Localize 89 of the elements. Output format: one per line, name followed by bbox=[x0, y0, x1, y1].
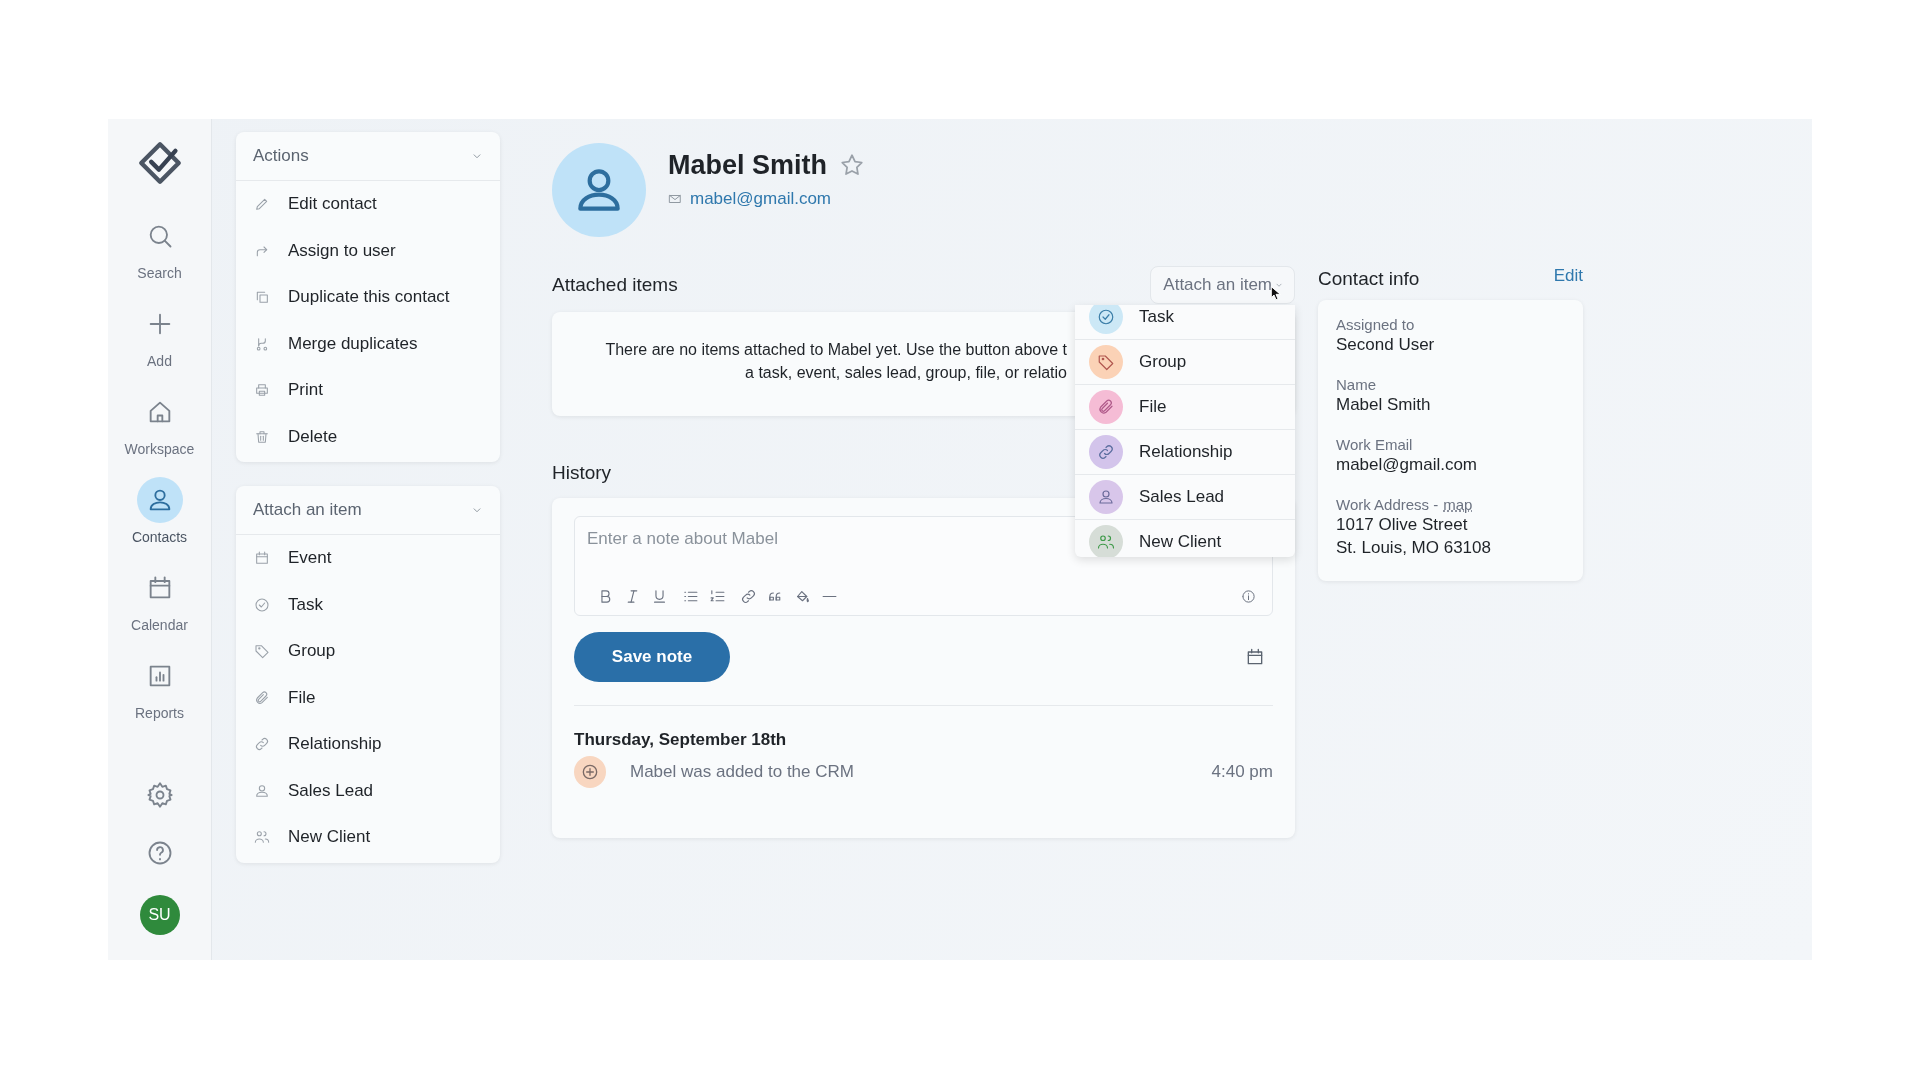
user-avatar[interactable]: SU bbox=[139, 895, 180, 935]
calendar-icon[interactable] bbox=[1245, 647, 1265, 667]
check-circle-icon bbox=[1097, 308, 1115, 326]
menu-item-label: Task bbox=[288, 594, 323, 615]
tag-icon bbox=[1097, 353, 1115, 371]
copy-icon bbox=[254, 289, 270, 306]
field-label: Assigned to bbox=[1336, 316, 1416, 333]
menu-item-label: Delete bbox=[288, 426, 338, 447]
empty-message: There are no items attached to Mabel yet. Use the button above t bbox=[605, 340, 1067, 360]
nav-item[interactable]: Reports bbox=[111, 653, 208, 741]
menu-item-label: Edit contact bbox=[288, 194, 377, 215]
panel-header[interactable]: Actions bbox=[236, 132, 500, 181]
section-title: Contact info bbox=[1318, 268, 1420, 290]
menu-item-label: Sales Lead bbox=[288, 780, 374, 801]
menu-item-label: New Client bbox=[288, 827, 371, 848]
underline-icon[interactable] bbox=[651, 587, 668, 605]
menu-item-label: Relationship bbox=[288, 734, 382, 755]
people-icon bbox=[1097, 533, 1115, 551]
menu-item-label: File bbox=[288, 687, 316, 708]
paperclip-icon bbox=[254, 689, 270, 706]
dropdown-item[interactable]: File bbox=[1075, 385, 1295, 430]
link-icon bbox=[1097, 443, 1115, 461]
nav-item[interactable]: Add bbox=[111, 301, 208, 389]
field-value: St. Louis, MO 63108 bbox=[1336, 537, 1492, 559]
save-note-button[interactable]: Save note bbox=[574, 632, 730, 682]
field-label: Work Address - bbox=[1336, 496, 1439, 513]
edit-link[interactable]: Edit bbox=[1553, 266, 1583, 286]
history-event: Mabel was added to the CRM bbox=[630, 762, 854, 782]
link-icon bbox=[254, 736, 270, 753]
menu-item[interactable]: File bbox=[236, 674, 500, 721]
plus-circle-icon bbox=[580, 762, 600, 782]
field-value: 1017 Olive Street bbox=[1336, 514, 1469, 536]
menu-item-label: Print bbox=[288, 380, 323, 401]
menu-item-label: Merge duplicates bbox=[288, 333, 418, 354]
contact-name: Mabel Smith bbox=[668, 149, 828, 181]
field-value: Mabel Smith bbox=[1336, 394, 1432, 416]
menu-item[interactable]: Assign to user bbox=[236, 227, 500, 274]
paperclip-icon bbox=[1097, 398, 1115, 416]
menu-item-label: Duplicate this contact bbox=[288, 287, 450, 308]
menu-item[interactable]: Sales Lead bbox=[236, 767, 500, 814]
star-icon[interactable] bbox=[839, 152, 866, 178]
menu-item[interactable]: Edit contact bbox=[236, 181, 500, 228]
email-link[interactable]: mabel@gmail.com bbox=[690, 188, 832, 209]
tag-icon bbox=[254, 643, 270, 660]
menu-item[interactable]: Merge duplicates bbox=[236, 320, 500, 367]
menu-item[interactable]: Print bbox=[236, 367, 500, 414]
attach-item-button[interactable]: Attach an item bbox=[1150, 266, 1295, 304]
info-icon[interactable] bbox=[1241, 588, 1256, 604]
people-icon bbox=[254, 829, 270, 846]
map-link[interactable]: map bbox=[1443, 496, 1473, 513]
menu-item[interactable]: Duplicate this contact bbox=[236, 274, 500, 321]
nav-item[interactable]: Workspace bbox=[111, 389, 208, 477]
printer-icon bbox=[254, 382, 270, 399]
section-title: History bbox=[552, 462, 612, 484]
person-icon bbox=[254, 782, 270, 799]
field-value: mabel@gmail.com bbox=[1336, 454, 1479, 476]
menu-item-label: Event bbox=[288, 548, 332, 569]
nav-item[interactable]: Search bbox=[111, 213, 208, 301]
dropdown-item[interactable]: Task bbox=[1075, 305, 1295, 340]
merge-icon bbox=[254, 335, 270, 352]
trash-icon bbox=[254, 428, 270, 445]
field-label: Name bbox=[1336, 376, 1377, 393]
menu-item-label: Assign to user bbox=[288, 240, 396, 261]
check-circle-icon bbox=[254, 596, 270, 613]
field-value: Second User bbox=[1336, 334, 1436, 356]
nav-item[interactable]: Calendar bbox=[111, 565, 208, 653]
menu-item[interactable]: Event bbox=[236, 535, 500, 582]
menu-item[interactable]: Relationship bbox=[236, 721, 500, 768]
field-label: Work Email bbox=[1336, 436, 1414, 453]
empty-message: a task, event, sales lead, group, file, or relatio bbox=[745, 363, 1067, 383]
panel-header[interactable]: Attach an item bbox=[236, 486, 500, 535]
calendar-icon bbox=[254, 550, 270, 567]
link-icon[interactable] bbox=[740, 587, 757, 605]
logo-icon bbox=[137, 141, 182, 185]
person-icon bbox=[1097, 488, 1115, 506]
event-time: 4:40 pm bbox=[1211, 762, 1273, 782]
dropdown-item[interactable]: Sales Lead bbox=[1075, 475, 1295, 520]
dropdown-item[interactable]: Group bbox=[1075, 340, 1295, 385]
nav-item[interactable]: Contacts bbox=[111, 477, 208, 565]
menu-item-label: Group bbox=[288, 641, 336, 662]
section-title: Attached items bbox=[552, 274, 678, 296]
dropdown-item[interactable]: Relationship bbox=[1075, 430, 1295, 475]
menu-item[interactable]: Group bbox=[236, 628, 500, 675]
menu-item[interactable]: New Client bbox=[236, 814, 500, 861]
menu-item[interactable]: Task bbox=[236, 581, 500, 628]
history-date: Thursday, September 18th bbox=[574, 730, 788, 750]
settings-icon[interactable] bbox=[145, 781, 174, 809]
pencil-icon bbox=[254, 196, 270, 213]
menu-item[interactable]: Delete bbox=[236, 413, 500, 460]
